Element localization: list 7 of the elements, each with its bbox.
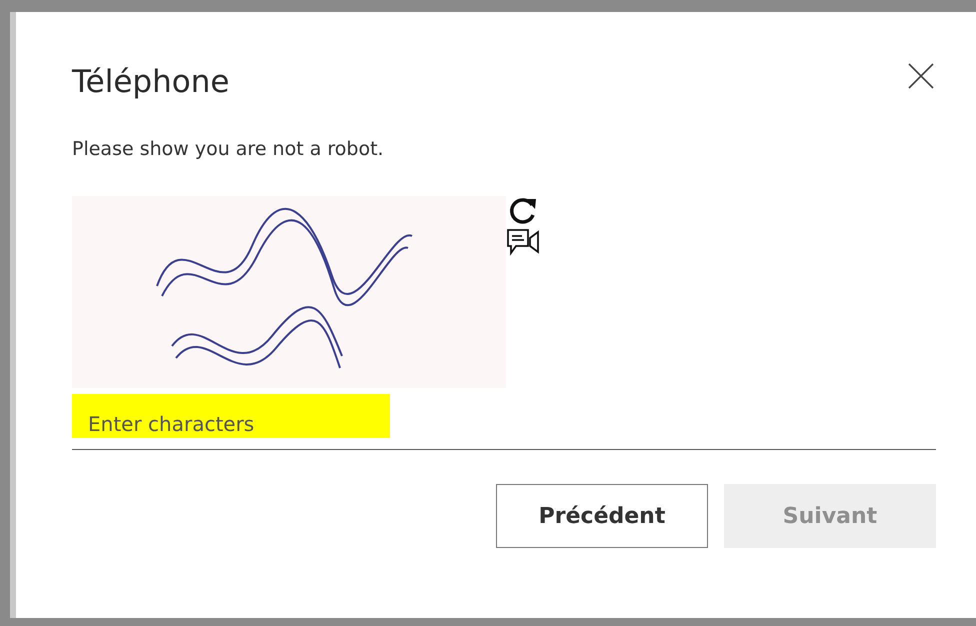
refresh-icon[interactable] <box>508 196 538 226</box>
speaker-icon[interactable] <box>506 228 540 256</box>
back-button[interactable]: Précédent <box>496 484 708 548</box>
dialog-title: Téléphone <box>72 64 230 100</box>
input-field[interactable]: Enter characters <box>72 394 936 450</box>
prompt-text: Please show you are not a robot. <box>72 138 385 160</box>
close-icon[interactable] <box>908 63 934 89</box>
